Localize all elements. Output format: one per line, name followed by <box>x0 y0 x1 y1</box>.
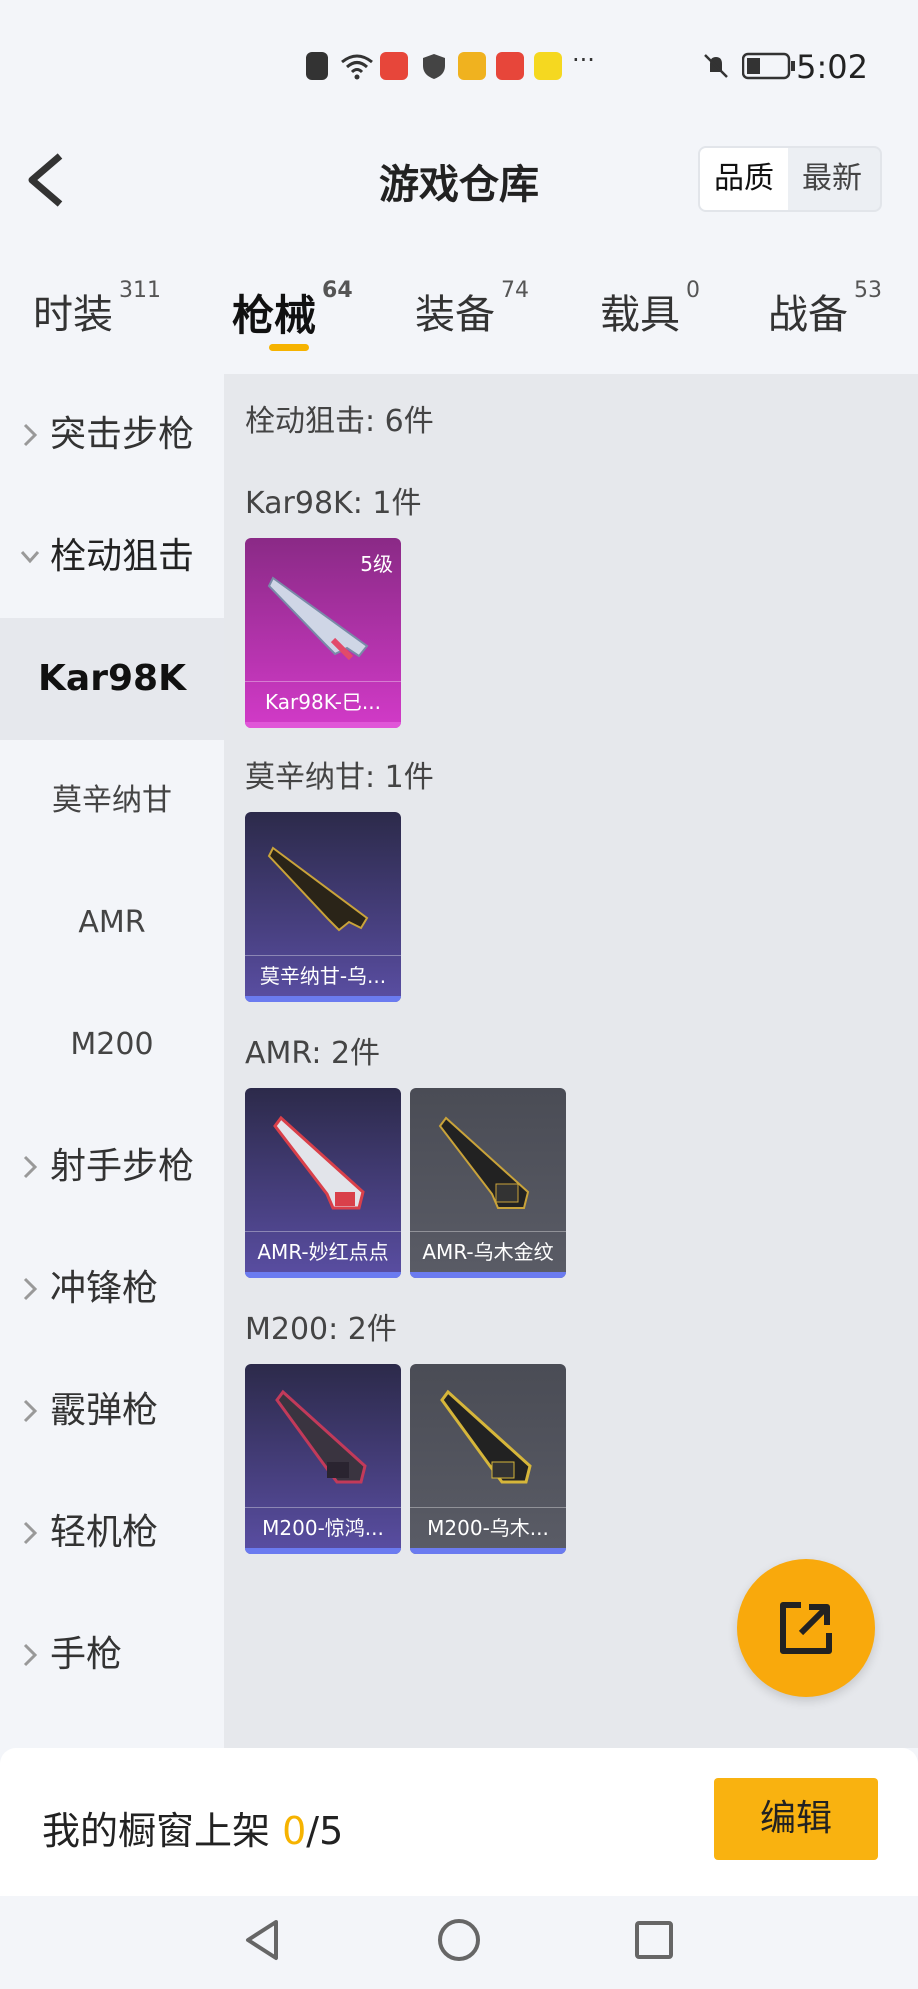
item-card[interactable]: M200-乌木... <box>410 1364 566 1554</box>
sidebar-item-marksman-rifle[interactable]: 射手步枪 <box>0 1106 224 1228</box>
app-store-icon <box>496 52 524 80</box>
battery-icon <box>742 52 795 80</box>
showcase-bar: 我的橱窗上架 0/5 编辑 <box>0 1748 918 1896</box>
nav-back-icon[interactable] <box>240 1916 288 1964</box>
alert-icon <box>306 52 328 80</box>
chevron-right-icon <box>23 1521 38 1545</box>
status-bar: ··· 5:02 <box>0 0 918 120</box>
tab-vehicles[interactable]: 载具0 <box>600 278 700 340</box>
active-tab-indicator <box>269 344 309 351</box>
chevron-right-icon <box>23 1643 38 1667</box>
sidebar-subitem-m200[interactable]: M200 <box>0 984 224 1106</box>
edit-button[interactable]: 编辑 <box>714 1778 878 1860</box>
sidebar-item-pistol[interactable]: 手枪 <box>0 1594 224 1716</box>
more-icon: ··· <box>572 46 595 74</box>
group-label: Kar98K: 1件 <box>245 486 422 521</box>
item-name: Kar98K-巳... <box>245 681 401 722</box>
item-card[interactable]: AMR-乌木金纹 <box>410 1088 566 1278</box>
nav-recents-icon[interactable] <box>630 1916 678 1964</box>
item-card[interactable]: M200-惊鸿... <box>245 1364 401 1554</box>
group-label: M200: 2件 <box>245 1312 397 1347</box>
chevron-right-icon <box>23 1399 38 1423</box>
tab-supplies[interactable]: 战备53 <box>768 278 882 340</box>
share-icon <box>780 1602 832 1654</box>
share-button[interactable] <box>737 1559 875 1697</box>
sidebar-item-lmg[interactable]: 轻机枪 <box>0 1472 224 1594</box>
chevron-right-icon <box>23 423 38 447</box>
section-title: 栓动狙击: 6件 <box>245 404 434 439</box>
sidebar-subitem-mosin[interactable]: 莫辛纳甘 <box>0 740 224 862</box>
rarity-bar <box>410 1548 566 1554</box>
system-nav-bar <box>0 1896 918 1989</box>
rifle-icon <box>267 846 369 932</box>
sidebar-item-assault-rifle[interactable]: 突击步枪 <box>0 374 224 496</box>
group-label: AMR: 2件 <box>245 1036 381 1071</box>
nav-home-icon[interactable] <box>435 1916 483 1964</box>
mute-icon <box>704 54 728 78</box>
sidebar-subitem-amr[interactable]: AMR <box>0 862 224 984</box>
app-icon <box>458 52 486 80</box>
tab-guns[interactable]: 枪械64 <box>232 278 353 343</box>
sort-toggle: 品质 最新 <box>698 146 882 212</box>
item-card[interactable]: 5级 Kar98K-巳... <box>245 538 401 728</box>
sidebar-subitem-kar98k[interactable]: Kar98K <box>0 618 224 740</box>
rifle-icon <box>273 1115 365 1210</box>
shield-icon <box>423 54 445 79</box>
clock: 5:02 <box>796 48 868 86</box>
item-card[interactable]: 莫辛纳甘-乌... <box>245 812 401 1002</box>
item-name: M200-乌木... <box>410 1507 566 1548</box>
showcase-label: 我的橱窗上架 0/5 <box>42 1809 344 1853</box>
item-name: AMR-妙红点点 <box>245 1231 401 1272</box>
sidebar-item-shotgun[interactable]: 霰弹枪 <box>0 1350 224 1472</box>
chevron-right-icon <box>23 1155 38 1179</box>
item-name: AMR-乌木金纹 <box>410 1231 566 1272</box>
rifle-icon <box>275 1389 367 1484</box>
item-card[interactable]: AMR-妙红点点 <box>245 1088 401 1278</box>
rifle-icon <box>267 576 369 661</box>
item-name: M200-惊鸿... <box>245 1507 401 1548</box>
group-label: 莫辛纳甘: 1件 <box>245 760 434 795</box>
item-name: 莫辛纳甘-乌... <box>245 955 401 996</box>
tab-equipment[interactable]: 装备74 <box>415 278 529 340</box>
sort-quality-button[interactable]: 品质 <box>700 148 788 210</box>
wifi-icon <box>341 54 373 80</box>
chevron-down-icon <box>20 551 40 564</box>
category-sidebar: 突击步枪 栓动狙击 Kar98K 莫辛纳甘 AMR M200 射手步枪 冲锋枪 … <box>0 374 224 1748</box>
sort-latest-button[interactable]: 最新 <box>788 148 876 210</box>
rifle-icon <box>438 1116 530 1209</box>
app-icon <box>534 52 562 80</box>
rarity-bar <box>245 1548 401 1554</box>
rarity-bar <box>245 722 401 728</box>
rifle-icon <box>440 1389 532 1484</box>
rarity-bar <box>410 1272 566 1278</box>
tab-costume[interactable]: 时装311 <box>33 278 161 340</box>
chevron-right-icon <box>23 1277 38 1301</box>
sidebar-item-smg[interactable]: 冲锋枪 <box>0 1228 224 1350</box>
app-store-icon <box>380 52 408 80</box>
sidebar-item-bolt-sniper[interactable]: 栓动狙击 <box>0 496 224 618</box>
rarity-bar <box>245 1272 401 1278</box>
rarity-bar <box>245 996 401 1002</box>
